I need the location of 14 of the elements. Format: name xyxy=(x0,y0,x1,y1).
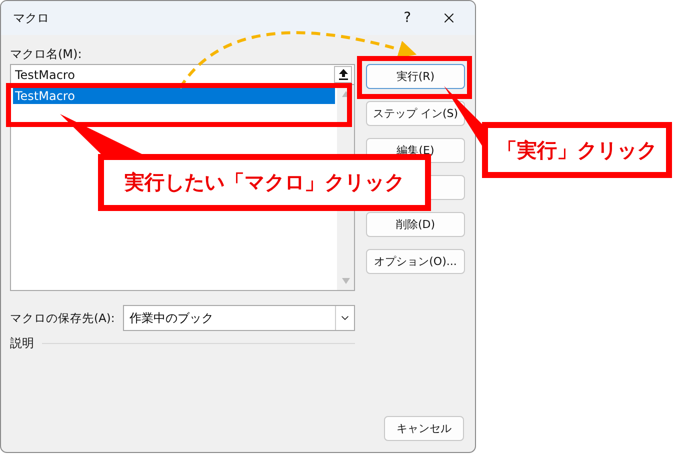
storage-dropdown[interactable]: 作業中のブック xyxy=(122,305,355,331)
window-title: マクロ xyxy=(13,10,50,26)
dialog-button[interactable]: ステップ イン(S) xyxy=(366,101,465,126)
dialog-button[interactable]: 実行(R) xyxy=(366,64,465,89)
cancel-button[interactable]: キャンセル xyxy=(384,416,464,441)
dialog-button[interactable]: 削除(D) xyxy=(366,212,465,237)
macro-list-item[interactable]: TestMacro xyxy=(13,88,335,104)
callout-tooltip: 「実行」クリック xyxy=(482,122,672,178)
description-label: 説明 xyxy=(10,335,34,352)
dialog-button[interactable]: オプション(O)... xyxy=(366,249,465,274)
macro-name-label: マクロ名(M): xyxy=(10,46,83,63)
storage-label: マクロの保存先(A): xyxy=(10,310,115,326)
help-button[interactable]: ? xyxy=(404,10,411,26)
callout-tooltip: 実行したい「マクロ」クリック xyxy=(98,154,431,211)
